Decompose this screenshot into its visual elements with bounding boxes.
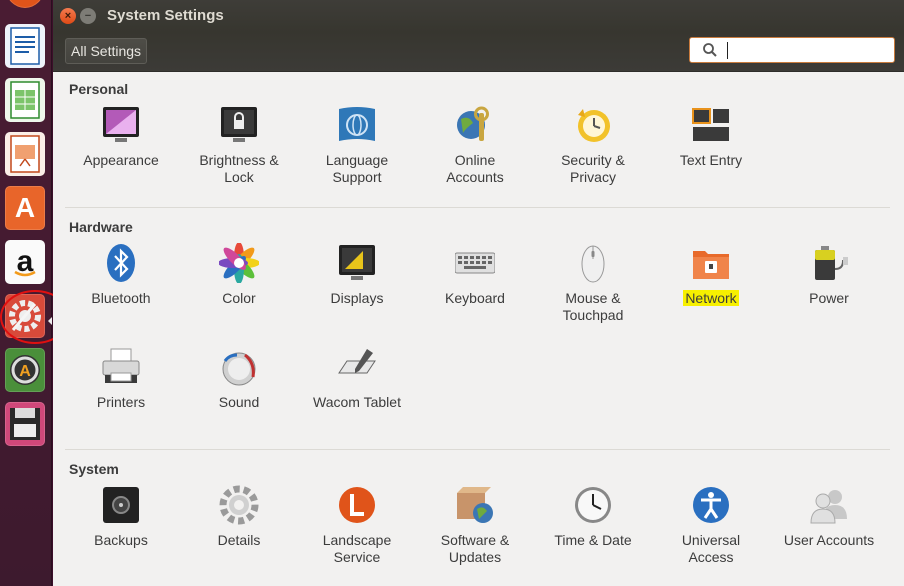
launcher-item-calc[interactable] <box>3 76 47 124</box>
calc-icon <box>5 78 45 122</box>
details-icon <box>219 485 259 525</box>
item-label: Backups <box>94 532 148 548</box>
window-title: System Settings <box>107 7 224 24</box>
item-label: Sound <box>218 394 260 410</box>
item-label: Bluetooth <box>91 290 151 306</box>
svg-text:A: A <box>19 363 31 380</box>
launcher-item-software-updater[interactable]: A <box>3 346 47 394</box>
item-label: Brightness & Lock <box>199 152 279 185</box>
landscape-service-icon <box>339 487 375 523</box>
item-label: Wacom Tablet <box>313 394 401 410</box>
software-updater-icon: A <box>5 348 45 392</box>
item-label: Displays <box>330 290 384 306</box>
impress-icon <box>5 132 45 176</box>
item-label: Details <box>217 532 261 548</box>
item-label: Security & Privacy <box>561 152 625 185</box>
online-accounts-icon <box>457 106 489 141</box>
section-divider <box>65 207 890 208</box>
brightness-lock-icon <box>221 107 257 142</box>
section-title-personal: Personal <box>69 81 129 97</box>
displays-icon <box>339 245 375 280</box>
universal-access-icon <box>693 487 729 523</box>
all-settings-button[interactable]: All Settings <box>65 38 148 64</box>
toolbar: All Settings <box>53 32 904 72</box>
item-label: Time & Date <box>554 532 632 548</box>
software-center-icon: A <box>5 186 45 230</box>
security-privacy-icon <box>578 109 610 142</box>
power-icon <box>815 246 848 280</box>
language-support-icon <box>339 107 375 141</box>
item-label: Network <box>652 290 770 307</box>
bluetooth-icon <box>107 244 135 282</box>
launcher-item-floppy[interactable] <box>3 400 47 448</box>
section-title-system: System <box>69 461 119 477</box>
item-label: Universal Access <box>681 532 741 565</box>
item-label: User Accounts <box>783 532 875 548</box>
search-input[interactable] <box>689 37 895 63</box>
item-label: Color <box>222 290 256 306</box>
mouse-touchpad-icon <box>581 245 605 283</box>
settings-content: Personal Appearance Brightness & Lock La… <box>53 73 904 586</box>
item-label: Keyboard <box>445 290 505 306</box>
printers-icon <box>102 348 140 383</box>
titlebar: × − System Settings <box>53 0 904 32</box>
keyboard-icon <box>455 252 495 274</box>
sound-icon <box>222 352 256 386</box>
item-label: Online Accounts <box>446 152 504 185</box>
item-label: Appearance <box>83 152 159 168</box>
text-entry-icon <box>692 108 729 141</box>
item-label: Power <box>809 290 849 306</box>
launcher-item-writer[interactable] <box>3 22 47 70</box>
item-label: Landscape Service <box>322 532 392 565</box>
launcher-item-ubuntu[interactable] <box>3 0 47 18</box>
section-divider <box>65 449 890 450</box>
item-label: Printers <box>96 394 146 410</box>
text-caret <box>727 42 728 59</box>
backups-icon <box>103 487 139 523</box>
item-label: Text Entry <box>679 152 743 168</box>
floppy-icon <box>5 402 45 446</box>
amazon-icon: a <box>5 240 45 284</box>
launcher-item-impress[interactable] <box>3 130 47 178</box>
wacom-tablet-icon <box>338 349 376 374</box>
launcher-item-software-center[interactable]: A <box>3 184 47 232</box>
item-label: Software & Updates <box>440 532 510 565</box>
time-date-icon <box>575 487 611 523</box>
system-settings-window: × − System Settings All Settings Persona… <box>53 0 904 586</box>
writer-icon <box>5 24 45 68</box>
item-label: Language Support <box>325 152 389 185</box>
minimize-button[interactable]: − <box>80 8 96 24</box>
search-icon <box>703 43 717 57</box>
software-updates-icon <box>457 487 493 523</box>
network-icon <box>693 251 729 279</box>
appearance-icon <box>103 107 139 142</box>
user-accounts-icon <box>810 490 847 524</box>
network-highlight: Network <box>683 290 739 306</box>
item-label: Mouse & Touchpad <box>562 290 624 323</box>
close-button[interactable]: × <box>60 8 76 24</box>
section-title-hardware: Hardware <box>69 219 133 235</box>
color-icon <box>219 243 259 283</box>
launcher-item-amazon[interactable]: a <box>3 238 47 286</box>
